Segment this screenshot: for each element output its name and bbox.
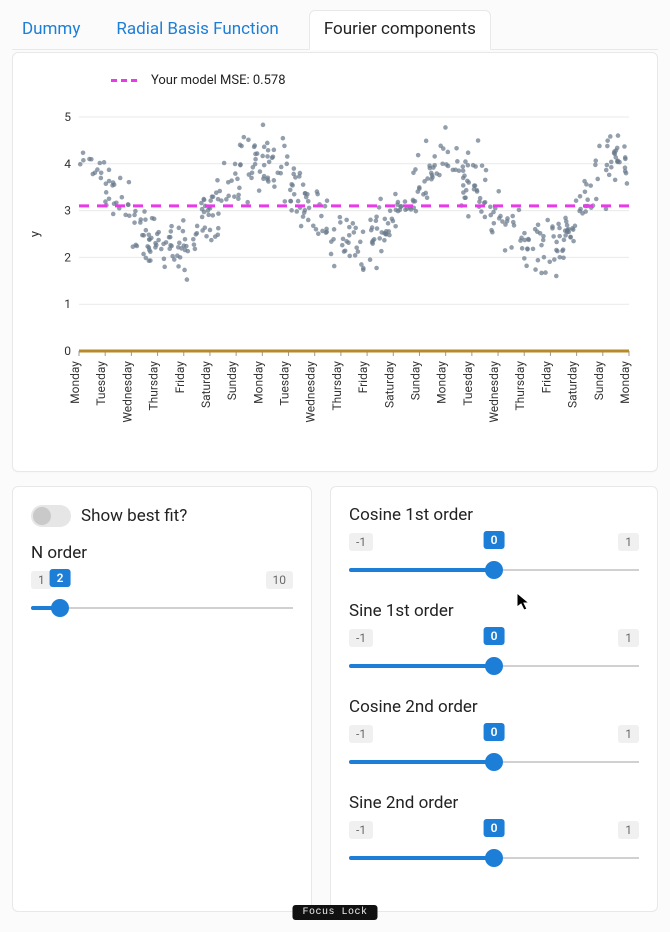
svg-text:Sunday: Sunday	[592, 361, 606, 401]
n-order-label: N order	[31, 543, 293, 563]
label-cosine-1st-order: Cosine 1st order	[349, 505, 639, 525]
chart-plot: 0 1 2 3 4 5 y Monday Tuesday Wednesday Thursday Fri…	[21, 71, 641, 461]
svg-text:5: 5	[64, 110, 71, 124]
svg-text:Monday: Monday	[251, 361, 265, 404]
cosine-2nd-order-max: 1	[618, 725, 639, 743]
label-sine-1st-order: Sine 1st order	[349, 601, 639, 621]
ctrl-cosine-2nd-order: Cosine 2nd order -1 1 0	[349, 697, 639, 775]
n-order-control: N order 1 10 2	[31, 543, 293, 621]
legend-label-model: Your model MSE: 0.578	[151, 73, 286, 88]
svg-text:Saturday: Saturday	[199, 361, 213, 408]
cosine-2nd-order-value: 0	[484, 723, 505, 741]
cosine-2nd-order-slider[interactable]	[349, 749, 639, 775]
svg-text:Friday: Friday	[173, 361, 187, 394]
label-cosine-2nd-order: Cosine 2nd order	[349, 697, 639, 717]
svg-text:Monday: Monday	[68, 361, 82, 404]
right-panel: Cosine 1st order-110Sine 1st order-110Co…	[330, 486, 658, 912]
legend-swatch-model	[111, 79, 137, 82]
svg-text:Friday: Friday	[356, 361, 370, 394]
sine-1st-order-value: 0	[484, 627, 505, 645]
svg-text:Friday: Friday	[539, 361, 553, 394]
left-panel: Show best fit? N order 1 10 2	[12, 486, 312, 912]
cosine-1st-order-slider[interactable]	[349, 557, 639, 583]
tab-dummy[interactable]: Dummy	[16, 11, 86, 49]
tab-fourier[interactable]: Fourier components	[309, 10, 491, 50]
cosine-2nd-order-min: -1	[349, 725, 373, 743]
sine-2nd-order-min: -1	[349, 821, 373, 839]
chart-card: Your model MSE: 0.578 0 1 2 3 4 5 y Monday Tuesd…	[12, 52, 658, 472]
n-order-slider[interactable]	[31, 595, 293, 621]
footer-pill: Focus Lock	[292, 905, 377, 920]
svg-text:Wednesday: Wednesday	[304, 361, 318, 423]
svg-text:Tuesday: Tuesday	[94, 361, 108, 406]
best-fit-label: Show best fit?	[81, 506, 187, 526]
svg-text:1: 1	[64, 297, 71, 311]
svg-text:2: 2	[64, 250, 71, 264]
svg-text:Sunday: Sunday	[408, 361, 422, 401]
n-order-max: 10	[266, 571, 294, 589]
cosine-1st-order-max: 1	[618, 533, 639, 551]
sine-2nd-order-value: 0	[484, 819, 505, 837]
n-order-value: 2	[50, 569, 71, 587]
label-sine-2nd-order: Sine 2nd order	[349, 793, 639, 813]
sine-1st-order-min: -1	[349, 629, 373, 647]
cosine-1st-order-value: 0	[484, 531, 505, 549]
sine-2nd-order-slider[interactable]	[349, 845, 639, 871]
n-order-min: 1	[31, 571, 52, 589]
svg-text:Sunday: Sunday	[225, 361, 239, 401]
svg-text:Monday: Monday	[618, 361, 632, 404]
svg-text:Wednesday: Wednesday	[487, 361, 501, 423]
svg-text:0: 0	[64, 344, 71, 358]
svg-text:y: y	[28, 231, 43, 237]
tab-rbf[interactable]: Radial Basis Function	[110, 11, 284, 49]
svg-text:4: 4	[64, 157, 71, 171]
sine-1st-order-slider[interactable]	[349, 653, 639, 679]
svg-text:Wednesday: Wednesday	[120, 361, 134, 423]
tabs: Dummy Radial Basis Function Fourier comp…	[12, 10, 658, 50]
svg-text:Thursday: Thursday	[330, 361, 344, 411]
svg-text:Monday: Monday	[435, 361, 449, 404]
ctrl-sine-1st-order: Sine 1st order -1 1 0	[349, 601, 639, 679]
svg-text:Tuesday: Tuesday	[461, 361, 475, 406]
svg-text:Saturday: Saturday	[382, 361, 396, 408]
legend: Your model MSE: 0.578	[111, 73, 286, 88]
ctrl-sine-2nd-order: Sine 2nd order -1 1 0	[349, 793, 639, 871]
svg-text:Thursday: Thursday	[513, 361, 527, 411]
svg-text:Thursday: Thursday	[147, 361, 161, 411]
sine-2nd-order-max: 1	[618, 821, 639, 839]
svg-text:Tuesday: Tuesday	[278, 361, 292, 406]
svg-text:Saturday: Saturday	[566, 361, 580, 408]
ctrl-cosine-1st-order: Cosine 1st order -1 1 0	[349, 505, 639, 583]
sine-1st-order-max: 1	[618, 629, 639, 647]
svg-text:3: 3	[64, 204, 71, 218]
best-fit-toggle[interactable]	[31, 505, 71, 527]
cosine-1st-order-min: -1	[349, 533, 373, 551]
